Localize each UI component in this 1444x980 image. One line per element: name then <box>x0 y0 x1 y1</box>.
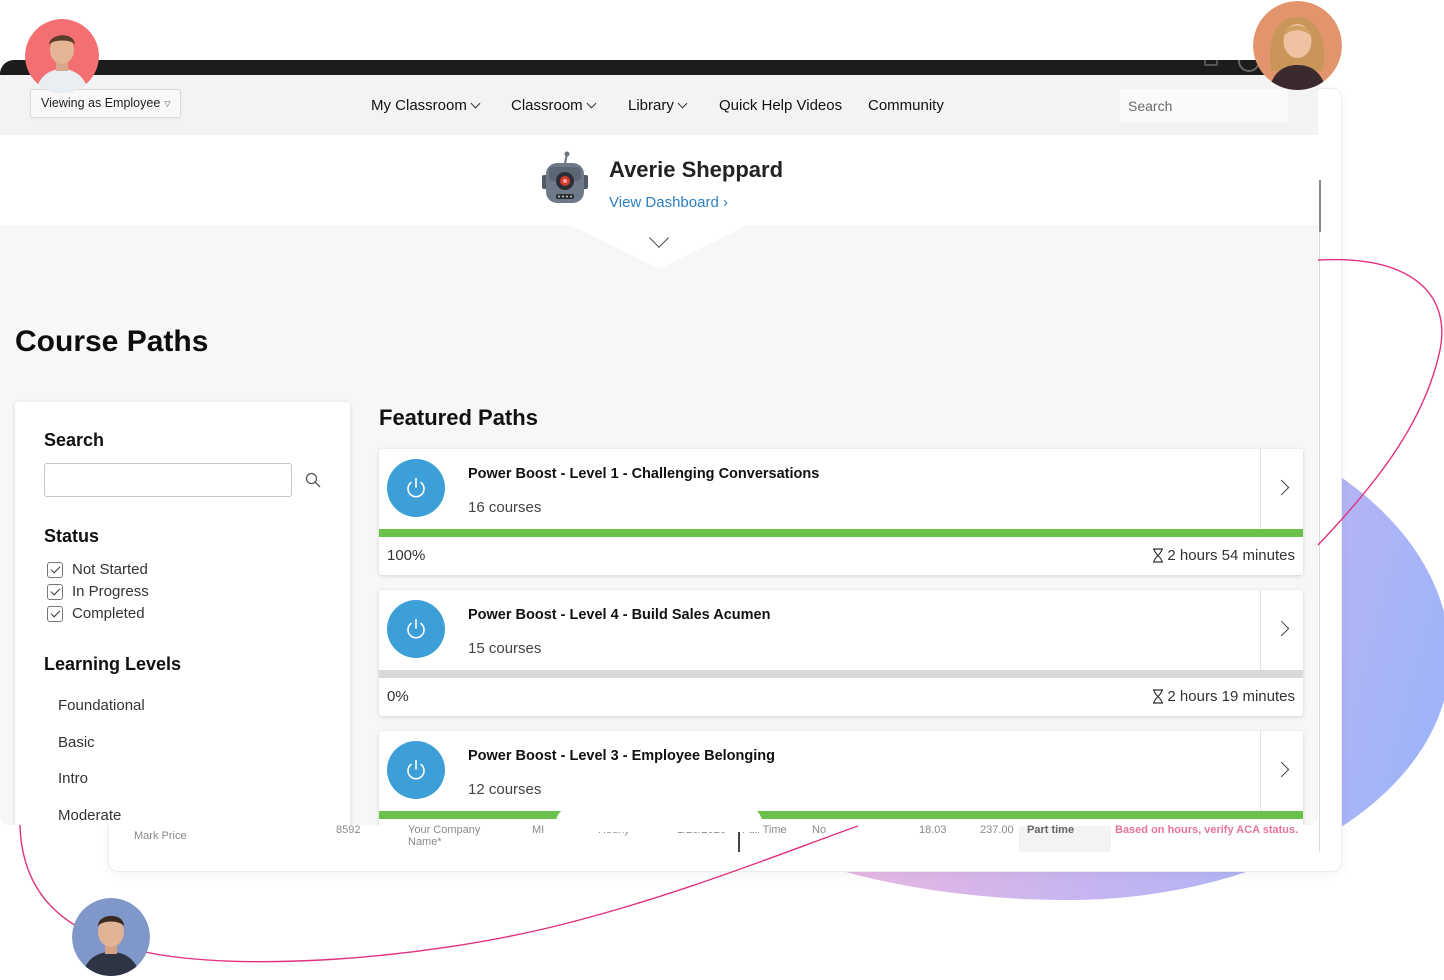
avatar-man-bottom <box>72 898 150 976</box>
avatar-woman-right <box>1253 1 1342 90</box>
decorative-connector-lines <box>19 258 1443 963</box>
avatar-man-left <box>25 19 99 93</box>
stage: Mark Price 8592 Your Company Name* MI Ho… <box>0 0 1444 980</box>
